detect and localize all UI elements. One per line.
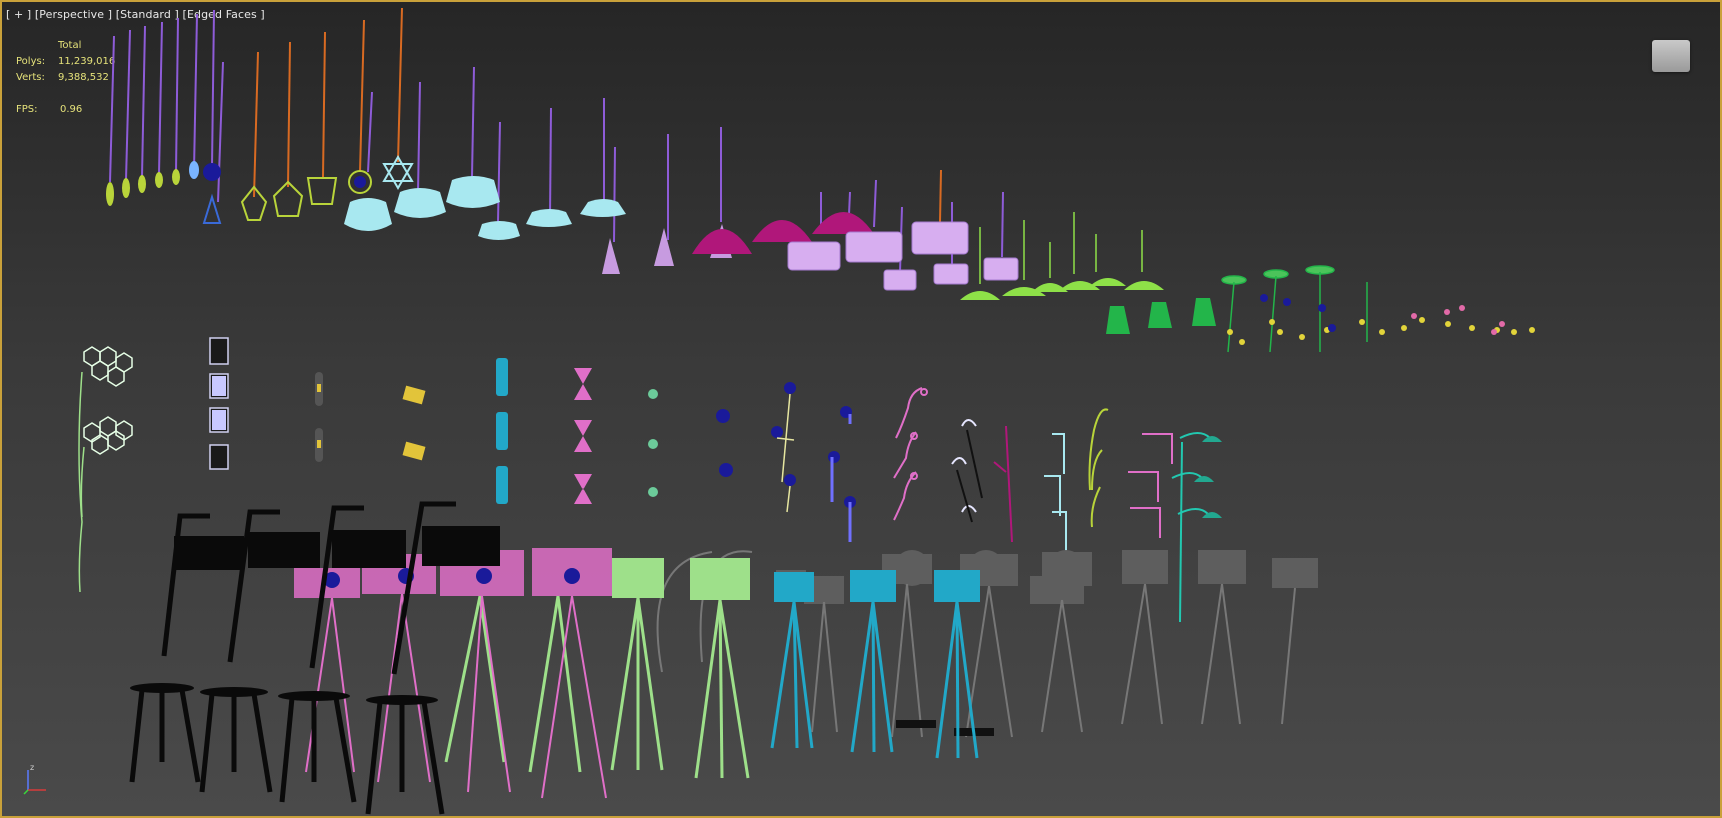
floor-lamp-group [129, 501, 1318, 815]
3d-viewport[interactable]: [ + ] [Perspective ] [Standard ] [Edged … [0, 0, 1722, 818]
axis-tripod-icon: z [22, 760, 52, 800]
pendant-lamp-group [106, 7, 1535, 353]
scene-render [78, 7, 1535, 815]
axis-z-label: z [30, 763, 34, 772]
